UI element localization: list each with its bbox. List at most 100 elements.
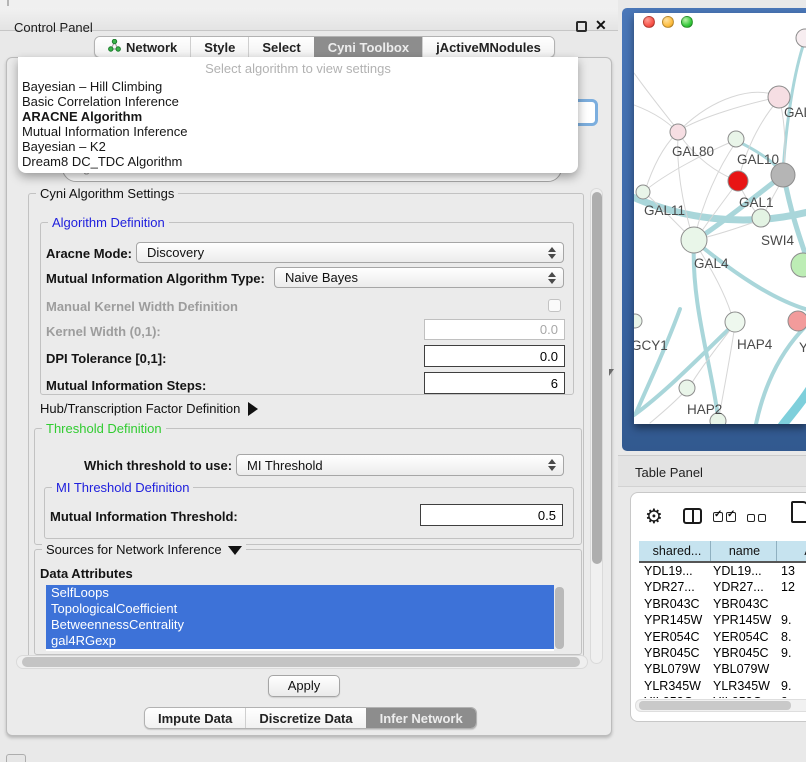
list-item-topologicalcoefficient[interactable]: TopologicalCoefficient: [46, 601, 554, 617]
table-row[interactable]: YBR045CYBR045C9.: [639, 645, 806, 661]
table-row[interactable]: YPR145WYPR145W9.: [639, 612, 806, 628]
network-edge[interactable]: [784, 177, 806, 265]
bottom-tab-impute-data[interactable]: Impute Data: [145, 708, 245, 728]
table-row[interactable]: YLR345WYLR345W9.: [639, 678, 806, 694]
table-row[interactable]: YDR27...YDR27...12: [639, 579, 806, 595]
export-table-icon[interactable]: [791, 501, 806, 523]
node-label-gcy1: GCY1: [634, 338, 668, 353]
float-window-icon[interactable]: [576, 21, 587, 32]
column-header-shared[interactable]: shared...: [639, 541, 711, 561]
node-label-gal1: GAL1: [739, 195, 774, 210]
cell: YDR27...: [639, 579, 711, 595]
network-node[interactable]: [728, 131, 744, 147]
deselect-all-icon[interactable]: [747, 514, 766, 522]
network-edge[interactable]: [650, 390, 686, 423]
column-header-name[interactable]: name: [711, 541, 777, 561]
which-threshold-combo[interactable]: MI Threshold: [236, 454, 564, 476]
data-attributes-list[interactable]: SelfLoopsTopologicalCoefficientBetweenne…: [46, 585, 554, 651]
network-node[interactable]: [788, 311, 806, 331]
network-canvas[interactable]: GALGAL80GAL10GAL11GAL1SWI4GAL4GCY1HAP4YH…: [634, 13, 806, 424]
tab-network[interactable]: Network: [95, 37, 190, 57]
attributes-list-scrollbar-thumb[interactable]: [555, 587, 564, 649]
network-node[interactable]: [791, 253, 806, 277]
select-all-icon[interactable]: [713, 512, 736, 522]
control-panel-tabbar: NetworkStyle Select Cyni ToolboxjActiveMNo…: [94, 36, 555, 58]
window-zoom-button[interactable]: [681, 16, 693, 28]
network-node[interactable]: [634, 314, 642, 328]
mi-threshold-field[interactable]: [420, 504, 563, 526]
network-node[interactable]: [796, 29, 806, 47]
cell: 13: [777, 563, 806, 579]
stepper-icon: [548, 459, 556, 471]
table-row[interactable]: YDL19...YDL19...13: [639, 563, 806, 579]
dpi-tolerance-field[interactable]: [424, 345, 565, 367]
settings-horizontal-scrollbar-thumb[interactable]: [22, 657, 580, 667]
network-window[interactable]: GALGAL80GAL10GAL11GAL1SWI4GAL4GCY1HAP4YH…: [622, 8, 806, 451]
table-row[interactable]: YBR043CYBR043C: [639, 596, 806, 612]
table-rows: YDL19...YDL19...13YDR27...YDR27...12YBR0…: [639, 563, 806, 698]
aracne-mode-combo[interactable]: Discovery: [136, 242, 564, 263]
columns-icon[interactable]: [683, 508, 702, 524]
network-node[interactable]: [725, 312, 745, 332]
tab-style[interactable]: Style: [190, 37, 248, 57]
network-edge[interactable]: [782, 389, 806, 424]
window-close-button[interactable]: [643, 16, 655, 28]
node-table: shared...nameA YDL19...YDL19...13YDR27..…: [639, 541, 806, 698]
cell: YER054C: [639, 629, 711, 645]
window-minimize-button[interactable]: [662, 16, 674, 28]
tab-label: Infer Network: [380, 711, 463, 726]
cell: YLR345W: [711, 678, 777, 694]
bottom-tab-discretize-data[interactable]: Discretize Data: [245, 708, 365, 728]
bottom-tab-infer-network[interactable]: Infer Network: [366, 708, 476, 728]
mi-steps-field[interactable]: [424, 372, 565, 394]
network-edge[interactable]: [696, 242, 806, 311]
column-header-a[interactable]: A: [777, 541, 806, 561]
dropdown-item-basic-correlation-inference[interactable]: Basic Correlation Inference: [18, 94, 578, 109]
dropdown-item-bayesian-k2[interactable]: Bayesian – K2: [18, 139, 578, 154]
table-row[interactable]: YIL053CYIL053C9: [639, 694, 806, 698]
network-node[interactable]: [636, 185, 650, 199]
network-node[interactable]: [752, 209, 770, 227]
network-edge[interactable]: [634, 105, 676, 130]
dropdown-item-aracne-algorithm[interactable]: ARACNE Algorithm: [18, 109, 578, 124]
network-graph: GALGAL80GAL10GAL11GAL1SWI4GAL4GCY1HAP4YH…: [634, 13, 806, 424]
network-edge[interactable]: [680, 97, 779, 130]
dropdown-item-bayesian-hill-climbing[interactable]: Bayesian – Hill Climbing: [18, 79, 578, 94]
stepper-icon: [548, 272, 556, 284]
cell: YIL053C: [711, 694, 777, 698]
cursor-mark: [609, 369, 614, 376]
apply-button[interactable]: Apply: [268, 675, 340, 697]
tab-cyni-toolbox[interactable]: Cyni Toolbox: [314, 37, 422, 57]
list-item-betweennesscentrality[interactable]: BetweennessCentrality: [46, 617, 554, 633]
network-node[interactable]: [670, 124, 686, 140]
dropdown-item-mutual-information-inference[interactable]: Mutual Information Inference: [18, 124, 578, 139]
tab-select[interactable]: Select: [248, 37, 313, 57]
network-node[interactable]: [681, 227, 707, 253]
settings-vertical-scrollbar-thumb[interactable]: [592, 192, 602, 564]
mi-type-combo[interactable]: Naive Bayes: [274, 267, 564, 288]
gear-icon[interactable]: ⚙: [645, 504, 663, 528]
hub-expander[interactable]: Hub/Transcription Factor Definition: [40, 401, 258, 416]
cell: YPR145W: [711, 612, 777, 628]
dropdown-item-dream8-dc-tdc-algorithm[interactable]: Dream8 DC_TDC Algorithm: [18, 154, 578, 169]
table-row[interactable]: YBL079WYBL079W: [639, 661, 806, 677]
tab-label: Select: [262, 40, 300, 55]
tab-jactivemnodules[interactable]: jActiveMNodules: [422, 37, 554, 57]
expander-down-icon: [228, 546, 242, 555]
table-row[interactable]: YER054CYER054C8.: [639, 629, 806, 645]
node-label-hap4: HAP4: [737, 337, 773, 352]
list-item-gal4rgexp[interactable]: gal4RGexp: [46, 633, 554, 649]
list-item-selfloops[interactable]: SelfLoops: [46, 585, 554, 601]
network-node[interactable]: [679, 380, 695, 396]
cell: YDL19...: [711, 563, 777, 579]
network-node[interactable]: [728, 171, 748, 191]
tab-label: Discretize Data: [259, 711, 352, 726]
kernel-width-field[interactable]: [424, 319, 565, 340]
bottom-edge-partial-button[interactable]: [6, 754, 26, 762]
manual-kernel-checkbox[interactable]: [548, 299, 561, 312]
close-icon[interactable]: ✕: [595, 17, 607, 34]
network-edge[interactable]: [634, 73, 677, 129]
aracne-mode-label: Aracne Mode:: [46, 246, 132, 261]
table-horizontal-scrollbar-thumb[interactable]: [639, 701, 791, 710]
network-edge[interactable]: [645, 134, 676, 191]
